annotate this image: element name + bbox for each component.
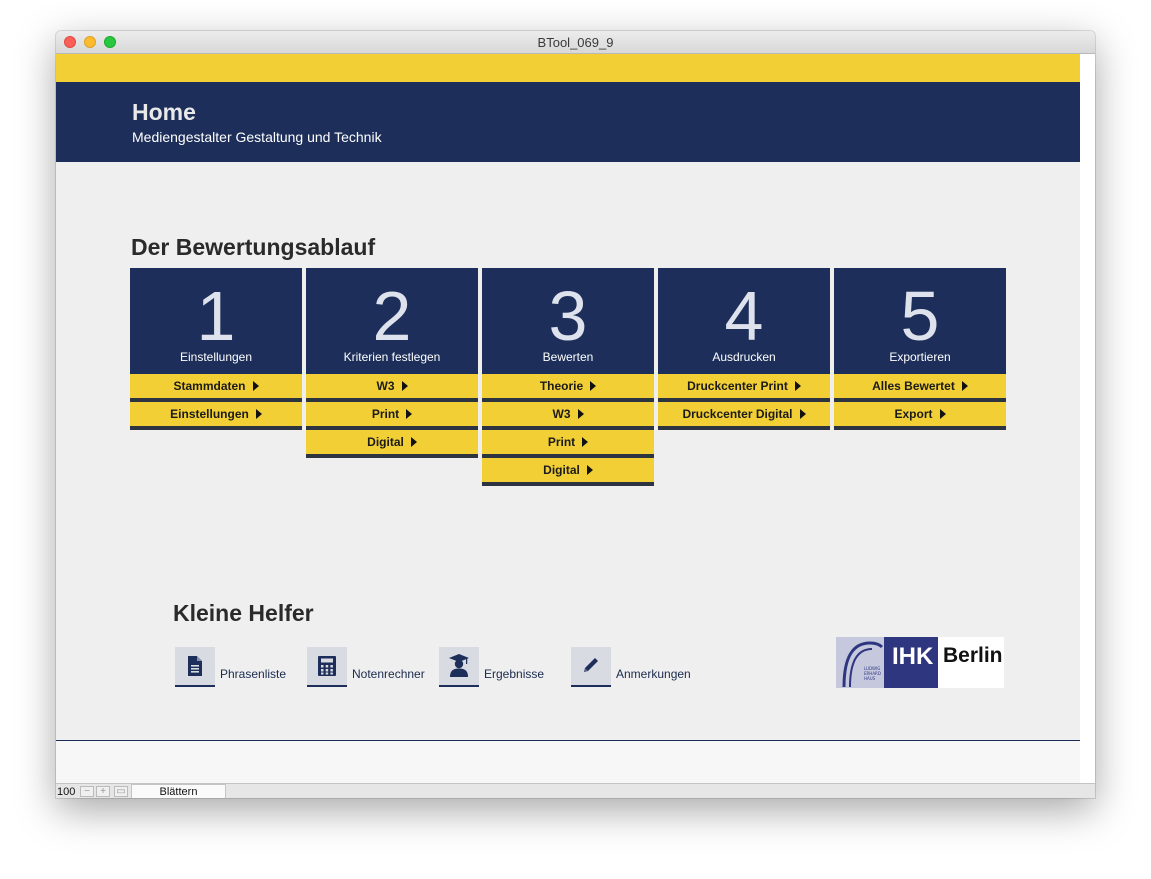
arrow-right-icon [590,381,597,391]
arrow-right-icon [410,437,417,447]
top-accent-band [56,54,1080,82]
alles-bewertet-button[interactable]: Alles Bewertet [834,374,1006,402]
bewerten-digital-button[interactable]: Digital [482,458,654,486]
window-title: BTool_069_9 [537,35,614,50]
step-tile: 4 Ausdrucken [658,268,830,374]
page-subtitle: Mediengestalter Gestaltung und Technik [132,129,382,145]
svg-text:HAUS: HAUS [864,676,876,681]
einstellungen-button[interactable]: Einstellungen [130,402,302,430]
kriterien-digital-button[interactable]: Digital [306,430,478,458]
arrow-right-icon [586,465,593,475]
step-tile: 3 Bewerten [482,268,654,374]
arrow-right-icon [252,381,259,391]
kriterien-print-button[interactable]: Print [306,402,478,430]
toggle-toolbar-icon[interactable]: ▭ [114,786,128,797]
zoom-in-button[interactable]: + [96,786,110,797]
page-header: Home Mediengestalter Gestaltung und Tech… [56,82,1080,162]
step-2: 2 Kriterien festlegen W3 Print Digital [306,268,478,458]
step-tile: 2 Kriterien festlegen [306,268,478,374]
anmerkungen-button[interactable]: Anmerkungen [571,647,696,687]
bewerten-theorie-button[interactable]: Theorie [482,374,654,402]
title-bar: BTool_069_9 [56,31,1095,54]
arrow-right-icon [401,381,408,391]
helper-label: Ergebnisse [484,667,545,681]
arrow-right-icon [961,381,968,391]
step-tile: 1 Einstellungen [130,268,302,374]
arrow-right-icon [794,381,801,391]
stammdaten-button[interactable]: Stammdaten [130,374,302,402]
arrow-right-icon [255,409,262,419]
helpers-title: Kleine Helfer [173,600,314,626]
step-caption: Einstellungen [179,350,253,364]
zoom-out-button[interactable]: − [80,786,94,797]
pencil-icon [571,647,611,687]
step-number: 1 [196,277,236,355]
step-tile: 5 Exportieren [834,268,1006,374]
step-number: 2 [372,277,412,355]
druckcenter-print-button[interactable]: Druckcenter Print [658,374,830,402]
helper-label: Notenrechner [352,667,425,681]
right-margin [1080,54,1095,798]
arrow-right-icon [582,437,589,447]
arrow-right-icon [577,409,584,419]
step-caption: Kriterien festlegen [343,350,441,364]
logo-city: Berlin [943,644,1003,667]
step-number: 5 [900,277,940,355]
arrow-right-icon [406,409,413,419]
ergebnisse-button[interactable]: Ergebnisse [439,647,549,687]
step-number: 3 [548,277,588,355]
document-icon [175,647,215,687]
step-caption: Ausdrucken [712,350,776,364]
workflow-title: Der Bewertungsablauf [131,234,376,260]
mode-selector[interactable]: Blättern [131,784,226,798]
ludwig-erhard-haus-arch: LUDWIG ERHARD HAUS [836,637,884,688]
notenrechner-button[interactable]: Notenrechner [307,647,432,687]
step-number: 4 [724,277,764,355]
step-caption: Bewerten [542,350,594,364]
app-window: BTool_069_9 Home Mediengestalter Gestalt… [56,31,1095,798]
step-caption: Exportieren [889,350,951,364]
arrow-right-icon [939,409,946,419]
logo-brand: IHK [892,643,934,670]
step-3: 3 Bewerten Theorie W3 Print Digital [482,268,654,486]
page-title: Home [132,99,196,125]
status-bar: 100 − + ▭ Blättern [56,783,1095,798]
step-4: 4 Ausdrucken Druckcenter Print Druckcent… [658,268,830,430]
calculator-icon [307,647,347,687]
bewerten-print-button[interactable]: Print [482,430,654,458]
zoom-level[interactable]: 100 [57,786,75,798]
phrasenliste-button[interactable]: Phrasenliste [175,647,290,687]
kriterien-w3-button[interactable]: W3 [306,374,478,402]
step-5: 5 Exportieren Alles Bewertet Export [834,268,1006,430]
export-button[interactable]: Export [834,402,1006,430]
step-1: 1 Einstellungen Stammdaten Einstellungen [130,268,302,430]
footer-area [56,741,1080,783]
druckcenter-digital-button[interactable]: Druckcenter Digital [658,402,830,430]
arrow-right-icon [799,409,806,419]
ihk-berlin-logo: LUDWIG ERHARD HAUS IHK Berlin [836,637,1004,688]
helper-label: Anmerkungen [616,667,691,681]
graduate-icon [439,647,479,687]
helper-label: Phrasenliste [220,667,287,681]
bewerten-w3-button[interactable]: W3 [482,402,654,430]
